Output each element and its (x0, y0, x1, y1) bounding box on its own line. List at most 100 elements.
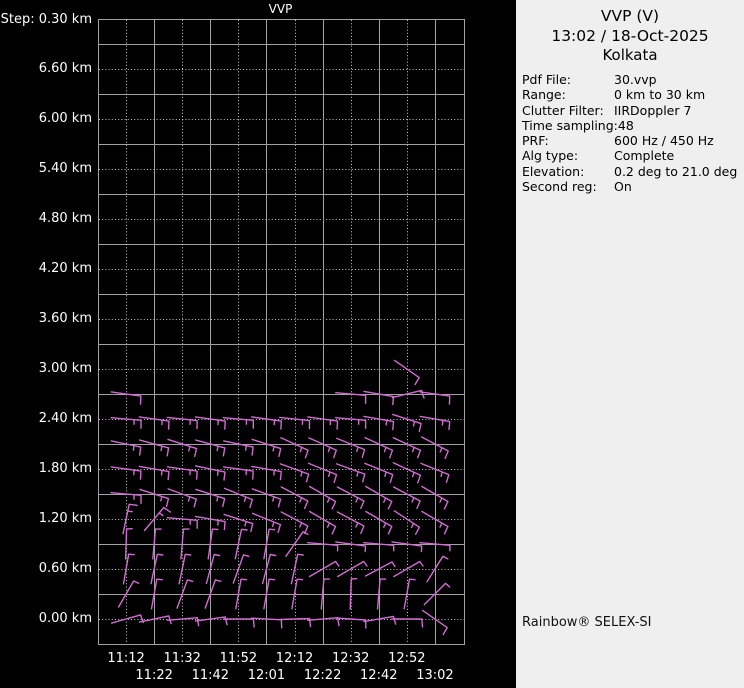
panel-row: Pdf File:30.vvp (522, 72, 744, 87)
wind-barb (308, 417, 338, 429)
x-tick-label: 12:01 (234, 668, 298, 684)
wind-barb (281, 487, 308, 508)
panel-row: Range:0 km to 30 km (522, 87, 744, 102)
y-tick-label: 4.80 km (0, 211, 92, 227)
step-label: Step: 0.30 km (0, 12, 92, 27)
panel-row-value: 0 km to 30 km (614, 87, 705, 102)
wind-barb (366, 512, 392, 534)
wind-barb (309, 463, 337, 482)
panel-row-value: 48 (618, 118, 634, 133)
x-tick-label: 13:02 (403, 668, 467, 684)
panel-row-value: IIRDoppler 7 (614, 103, 691, 118)
wind-barb (167, 467, 197, 479)
y-tick-label: 0.60 km (0, 561, 92, 577)
wind-barb (394, 511, 419, 535)
wind-barb (310, 512, 336, 534)
panel-row: Second reg:On (522, 179, 744, 194)
wind-barb (364, 543, 394, 551)
wind-barb (337, 512, 364, 533)
wind-barb (422, 437, 449, 458)
panel-row-value: Complete (614, 148, 674, 163)
wind-barb (112, 615, 144, 623)
brand-footer: Rainbow® SELEX-SI (522, 615, 652, 630)
wind-barb (337, 487, 364, 508)
wind-barb (394, 562, 423, 577)
panel-row-label: Second reg: (522, 179, 614, 194)
wind-barb (421, 463, 449, 482)
panel-row-value: 0.2 deg to 21.0 deg (614, 164, 737, 179)
wind-barb (196, 617, 228, 625)
x-tick-label: 12:22 (291, 668, 355, 684)
panel-row-label: PRF: (522, 133, 614, 148)
x-tick-label: 12:42 (347, 668, 411, 684)
x-tick-label: 11:22 (122, 668, 186, 684)
y-tick-label: 5.40 km (0, 161, 92, 177)
x-tick-label: 12:12 (263, 651, 327, 667)
wind-barb (420, 416, 450, 429)
wind-barb (393, 463, 420, 483)
wind-barb (395, 360, 420, 384)
wind-barb (309, 438, 336, 458)
panel-datetime: 13:02 / 18-Oct-2025 (516, 26, 744, 46)
panel-row-label: Alg type: (522, 148, 614, 163)
wind-barb (280, 464, 308, 482)
wind-barb (337, 464, 365, 482)
wind-barb (423, 610, 448, 634)
wind-barb (280, 417, 310, 428)
wind-barb (224, 467, 254, 479)
y-tick-label: 2.40 km (0, 411, 92, 427)
panel-row-label: Elevation: (522, 164, 614, 179)
panel-row: Elevation:0.2 deg to 21.0 deg (522, 164, 744, 179)
y-tick-label: 3.00 km (0, 361, 92, 377)
x-tick-label: 12:32 (319, 651, 383, 667)
panel-row-label: Clutter Filter: (522, 103, 614, 118)
wind-barb (393, 414, 422, 431)
wind-barb (337, 438, 365, 457)
panel-row: PRF:600 Hz / 450 Hz (522, 133, 744, 148)
panel-row-label: Range: (522, 87, 614, 102)
wind-barb (336, 418, 366, 429)
y-tick-label: 1.80 km (0, 461, 92, 477)
wind-barb (394, 487, 421, 508)
wind-barb (420, 543, 450, 551)
panel-row-label: Pdf File: (522, 72, 614, 87)
panel-row-value: 600 Hz / 450 Hz (614, 133, 714, 148)
panel-row: Alg type:Complete (522, 148, 744, 163)
wind-barb (365, 463, 393, 482)
plot-title: VVP (98, 2, 463, 16)
y-tick-label: 6.60 km (0, 61, 92, 77)
panel-site: Kolkata (516, 46, 744, 65)
wind-barb (393, 438, 420, 458)
y-tick-label: 1.20 km (0, 511, 92, 527)
wind-barb (310, 487, 336, 509)
wind-barb (366, 487, 392, 509)
panel-row: Clutter Filter:IIRDoppler 7 (522, 103, 744, 118)
panel-row-value: On (614, 179, 632, 194)
wind-barb (111, 467, 141, 479)
wind-barb-plot (98, 19, 465, 645)
y-tick-label: 3.60 km (0, 311, 92, 327)
wind-barb (364, 391, 394, 404)
y-tick-label: 4.20 km (0, 261, 92, 277)
panel-row: Time sampling:48 (522, 118, 744, 133)
x-tick-label: 11:32 (150, 651, 214, 667)
wind-barb (281, 512, 308, 533)
wind-barb (364, 416, 394, 429)
wind-barb (422, 487, 448, 509)
wind-barb (350, 579, 357, 609)
x-tick-label: 11:42 (178, 668, 242, 684)
wind-barb (168, 439, 197, 456)
x-tick-label: 12:52 (375, 651, 439, 667)
y-tick-label: 0.00 km (0, 611, 92, 627)
panel-title: VVP (V) (516, 6, 744, 26)
wind-barb (365, 438, 392, 458)
wind-barb (308, 543, 338, 551)
wind-barb (336, 618, 366, 628)
vvp-application-screen: VVP Step: 0.30 km 6.60 km 6.00 km 5.40 km 4… (0, 0, 744, 688)
x-tick-label: 11:12 (94, 651, 158, 667)
x-tick-label: 11:52 (206, 651, 270, 667)
panel-row-value: 30.vvp (614, 72, 657, 87)
wind-barb (336, 542, 366, 552)
panel-row-label: Time sampling: (522, 118, 618, 133)
y-tick-label: 6.00 km (0, 111, 92, 127)
